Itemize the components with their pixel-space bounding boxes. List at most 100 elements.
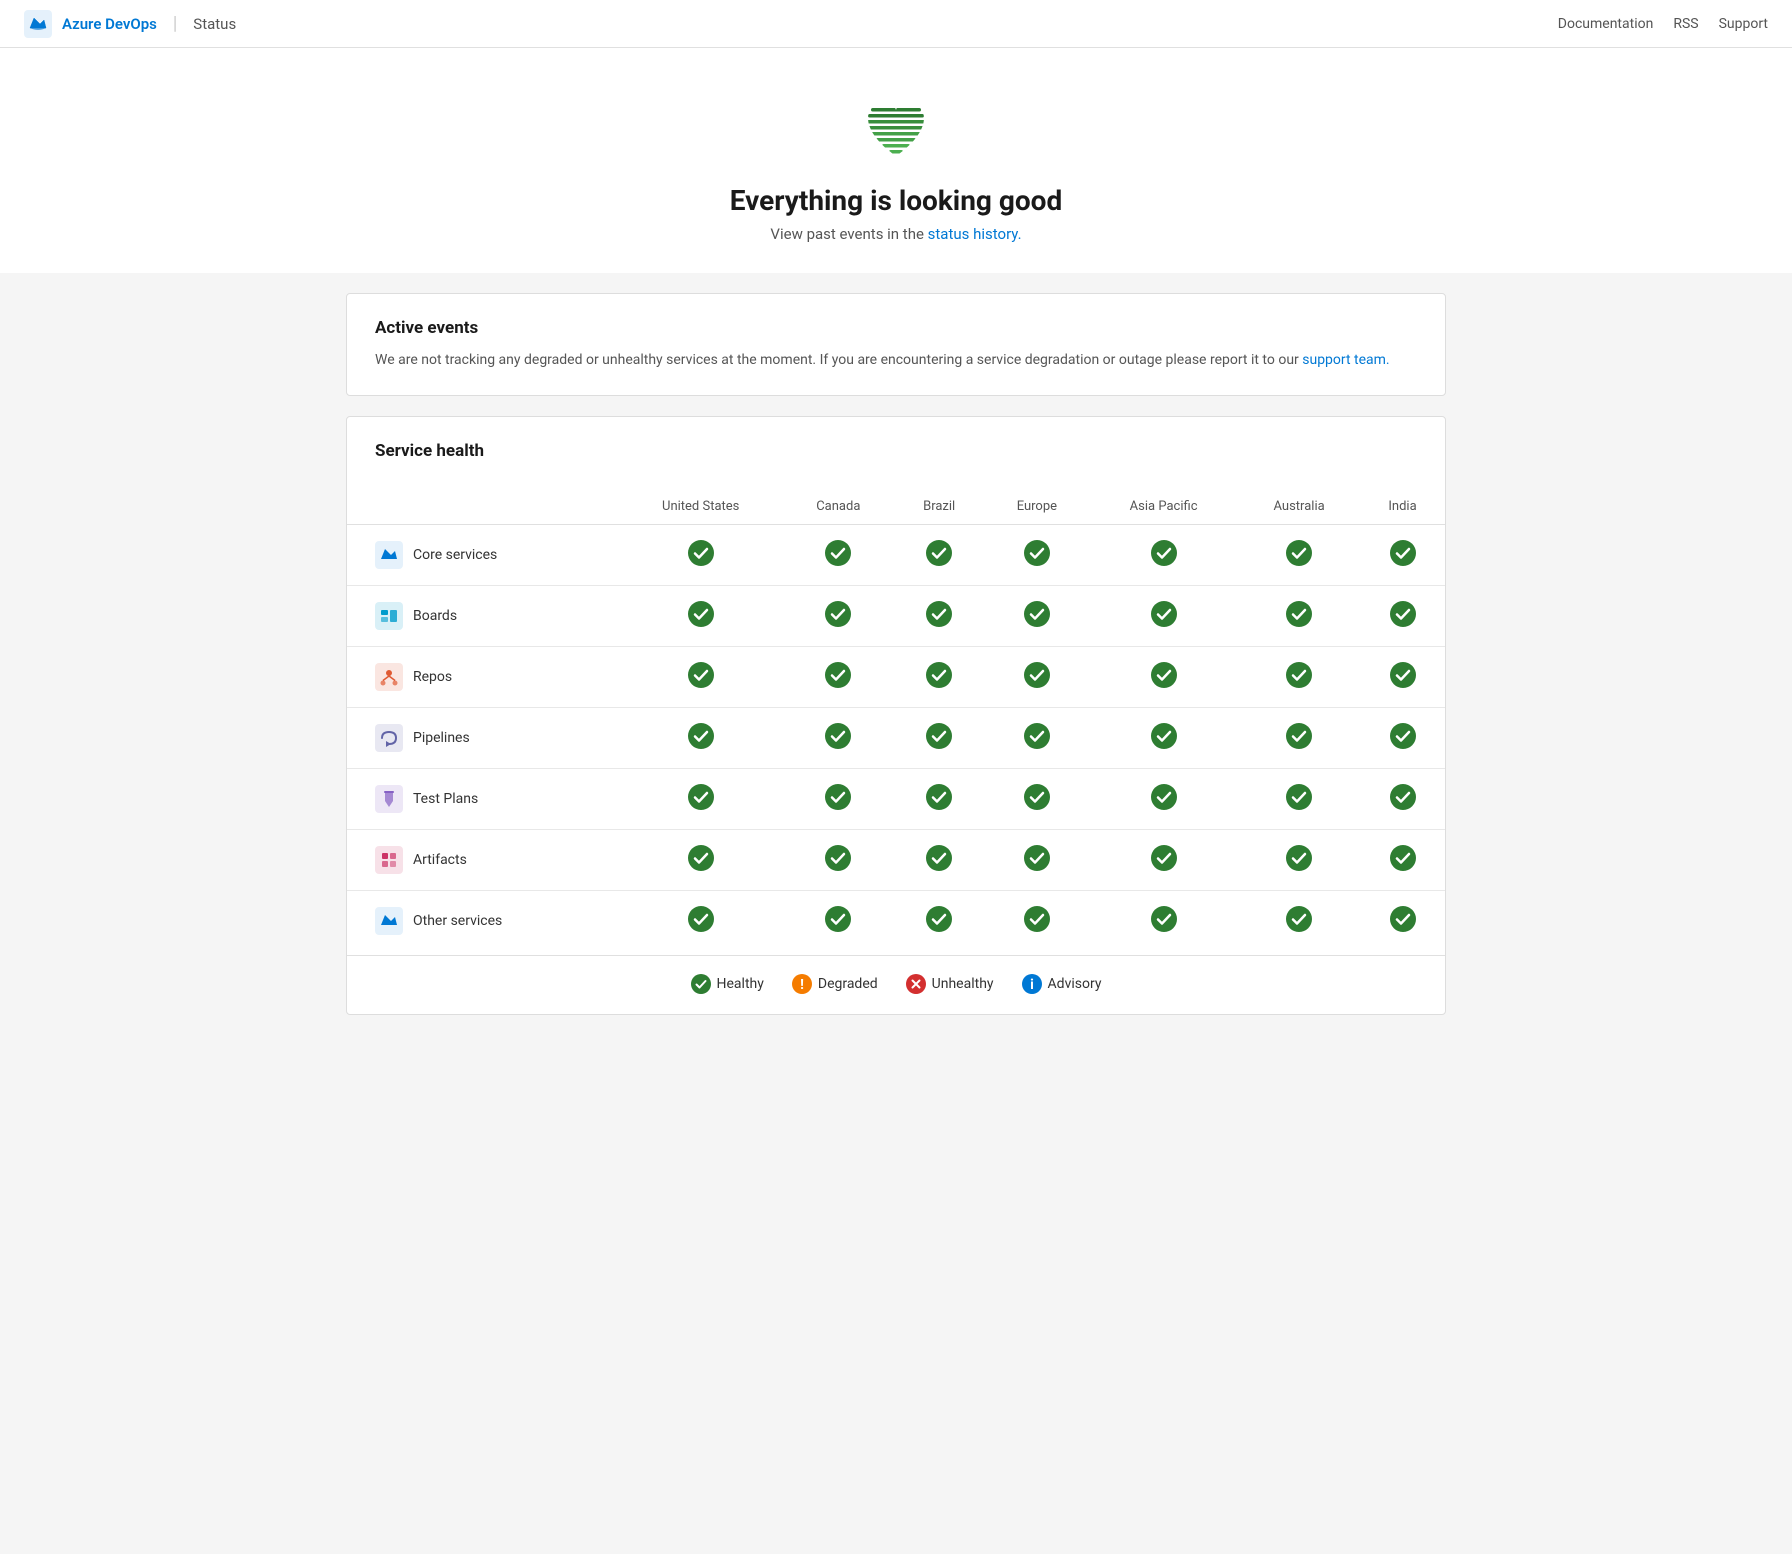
healthy-check-icon: [1285, 844, 1313, 872]
healthy-check-icon: [1285, 600, 1313, 628]
status-cell: [1360, 647, 1445, 708]
status-history-link[interactable]: status history.: [928, 225, 1022, 243]
service-name: Artifacts: [375, 846, 606, 874]
nav-left: Azure DevOps | Status: [24, 10, 236, 38]
status-cell: [894, 647, 985, 708]
main-content: Active events We are not tracking any de…: [326, 293, 1466, 1015]
status-cell: [618, 708, 783, 769]
status-cell: [1089, 586, 1238, 647]
healthy-check-icon: [1150, 783, 1178, 811]
service-health-card: Service health United States Canada Braz…: [346, 416, 1446, 1015]
service-label: Other services: [413, 913, 502, 929]
nav-documentation-link[interactable]: Documentation: [1558, 16, 1654, 32]
service-name: Boards: [375, 602, 606, 630]
svg-text:i: i: [1030, 977, 1034, 993]
healthy-check-icon: [1389, 661, 1417, 689]
col-us: United States: [618, 489, 783, 525]
status-cell: [1238, 830, 1360, 891]
status-cell: [985, 525, 1089, 586]
legend-degraded-label: Degraded: [818, 976, 878, 992]
hero-title: Everything is looking good: [20, 184, 1772, 217]
service-testplans-icon: [375, 785, 403, 813]
service-name: Other services: [375, 907, 606, 935]
status-cell: [894, 830, 985, 891]
healthy-check-icon: [1389, 600, 1417, 628]
hero-subtitle-text: View past events in the: [770, 225, 927, 243]
status-cell: [1360, 586, 1445, 647]
healthy-check-icon: [1023, 905, 1051, 933]
status-cell: [1360, 525, 1445, 586]
healthy-check-icon: [1023, 661, 1051, 689]
healthy-check-icon: [687, 905, 715, 933]
healthy-check-icon: [1285, 722, 1313, 750]
status-cell: [1238, 769, 1360, 830]
healthy-check-icon: [824, 844, 852, 872]
healthy-check-icon: [1023, 844, 1051, 872]
status-cell: [894, 891, 985, 952]
col-india: India: [1360, 489, 1445, 525]
service-name-cell: Core services: [347, 525, 618, 586]
status-cell: [618, 525, 783, 586]
nav-brand: Azure DevOps: [62, 15, 157, 33]
col-brazil: Brazil: [894, 489, 985, 525]
healthy-check-icon: [1285, 661, 1313, 689]
legend-advisory: i Advisory: [1022, 974, 1102, 994]
status-cell: [783, 647, 894, 708]
healthy-check-icon: [1389, 905, 1417, 933]
status-cell: [618, 769, 783, 830]
healthy-check-icon: [1023, 722, 1051, 750]
healthy-check-icon: [925, 661, 953, 689]
status-cell: [1360, 891, 1445, 952]
healthy-check-icon: [925, 783, 953, 811]
healthy-check-icon: [1023, 783, 1051, 811]
legend-healthy-icon: [691, 974, 711, 994]
service-core-icon: [375, 541, 403, 569]
status-cell: [1089, 891, 1238, 952]
col-europe: Europe: [985, 489, 1089, 525]
service-name: Core services: [375, 541, 606, 569]
healthy-check-icon: [1389, 539, 1417, 567]
legend: Healthy ! Degraded Unhealthy i Advisory: [347, 955, 1445, 1014]
support-team-link[interactable]: support team.: [1302, 352, 1389, 368]
healthy-check-icon: [687, 783, 715, 811]
status-cell: [985, 647, 1089, 708]
service-name: Pipelines: [375, 724, 606, 752]
col-service: [347, 489, 618, 525]
service-pipelines-icon: [375, 724, 403, 752]
service-label: Artifacts: [413, 852, 467, 868]
service-artifacts-icon: [375, 846, 403, 874]
service-name-cell: Repos: [347, 647, 618, 708]
legend-unhealthy: Unhealthy: [906, 974, 994, 994]
table-header-row: United States Canada Brazil Europe Asia …: [347, 489, 1445, 525]
status-cell: [618, 830, 783, 891]
healthy-check-icon: [925, 539, 953, 567]
status-cell: [985, 891, 1089, 952]
nav-brand-devops: DevOps: [105, 15, 157, 33]
col-canada: Canada: [783, 489, 894, 525]
status-cell: [1089, 708, 1238, 769]
service-label: Repos: [413, 669, 452, 685]
healthy-check-icon: [1389, 722, 1417, 750]
legend-degraded-icon: !: [792, 974, 812, 994]
service-label: Core services: [413, 547, 497, 563]
status-cell: [783, 525, 894, 586]
nav-support-link[interactable]: Support: [1719, 16, 1768, 32]
healthy-check-icon: [687, 661, 715, 689]
nav-brand-azure: Azure: [62, 15, 105, 33]
healthy-check-icon: [1150, 600, 1178, 628]
status-cell: [783, 708, 894, 769]
nav-rss-link[interactable]: RSS: [1673, 16, 1698, 32]
healthy-check-icon: [1150, 661, 1178, 689]
status-heart-icon: [856, 88, 936, 168]
status-cell: [618, 586, 783, 647]
healthy-check-icon: [824, 905, 852, 933]
legend-advisory-label: Advisory: [1048, 976, 1102, 992]
status-cell: [985, 830, 1089, 891]
active-events-card: Active events We are not tracking any de…: [346, 293, 1446, 396]
healthy-check-icon: [1389, 783, 1417, 811]
hero-heart-icon: [20, 88, 1772, 172]
legend-healthy: Healthy: [691, 974, 764, 994]
azure-devops-logo-icon: [24, 10, 52, 38]
status-cell: [1238, 647, 1360, 708]
healthy-check-icon: [1389, 844, 1417, 872]
